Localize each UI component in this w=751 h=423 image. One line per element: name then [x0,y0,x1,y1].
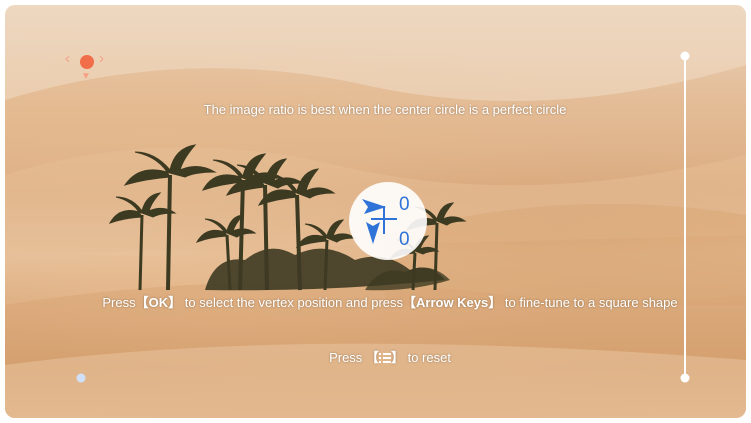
center-offset-indicator: 0 0 [349,182,427,260]
vertex-bottom-left[interactable] [76,373,86,383]
crosshair-offset-icon [362,199,397,244]
menu-key-close: 】 [390,350,404,365]
vertex-bottom-right[interactable] [680,373,690,383]
hint-text: Press [329,350,363,365]
ok-key-label: 【OK】 [135,295,182,310]
arrow-down-icon [366,222,380,244]
hint-text: to select the vertex position and press [184,295,403,310]
keystone-correction-screen: ‹ › ▼ The image ratio is best when the c… [5,5,746,418]
arrow-keys-label: 【Arrow Keys】 [403,295,502,310]
hint-text: Press [102,295,136,310]
arrow-right-icon [362,199,386,214]
vertex-top-right[interactable] [680,51,690,61]
menu-list-icon [378,353,391,363]
ratio-hint: The image ratio is best when the center … [203,102,567,117]
selected-vertex-handle-icon[interactable]: ‹ › ▼ [65,48,109,88]
vertical-offset-value: 0 [399,229,410,250]
vertex-top-left[interactable] [80,55,94,69]
reset-hint: Press 【】 to reset [235,347,545,366]
horizontal-offset-value: 0 [399,194,410,215]
select-vertex-hint: Press【OK】 to select the vertex position … [95,295,685,310]
arrow-down-icon: ▼ [81,71,91,82]
arrow-right-icon: › [99,50,104,67]
hint-text: to reset [407,350,451,365]
menu-key-open: 【 [365,350,379,365]
arrow-left-icon: ‹ [65,50,70,67]
hint-text: to fine-tune to a square shape [504,295,678,310]
